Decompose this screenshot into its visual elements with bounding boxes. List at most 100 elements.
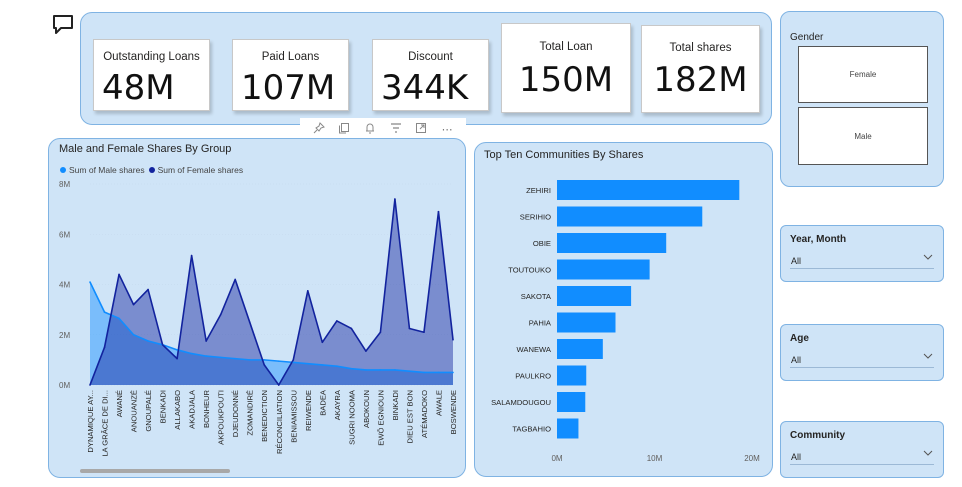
slicer-underline (790, 268, 934, 269)
y-tick-label: 4M (59, 281, 70, 290)
bar (557, 339, 603, 359)
more-options-icon[interactable]: ⋯ (438, 123, 456, 136)
x-tick-label: GNOUPALÉ (144, 390, 153, 432)
chevron-down-icon[interactable] (923, 351, 933, 363)
y-category-label: SALAMDOUGOU (491, 398, 551, 407)
copy-icon[interactable] (335, 122, 353, 137)
x-tick-label: DYNAMIQUE AY... (86, 390, 95, 453)
slicer-title: Gender (790, 32, 824, 43)
y-category-label: SERIHIO (520, 213, 551, 222)
pin-icon[interactable] (310, 121, 328, 137)
slicer-underline (790, 464, 934, 465)
female-shares-point (248, 321, 251, 323)
y-tick-label: 2M (59, 331, 70, 340)
female-shares-point (263, 364, 266, 366)
bar (557, 180, 740, 200)
bar-chart-title: Top Ten Communities By Shares (484, 149, 644, 161)
female-shares-point (147, 288, 149, 291)
gender-option-female[interactable]: Female (798, 46, 928, 103)
x-tick-label: BENIAMISSOU (289, 390, 298, 443)
legend: Sum of Male shares Sum of Female shares (60, 165, 243, 175)
x-tick-label: BENKADI (159, 390, 168, 423)
female-shares-point (176, 357, 178, 360)
male-shares-point (132, 333, 135, 336)
male-shares-point (423, 371, 425, 374)
y-category-label: ZEHIRI (526, 186, 551, 195)
visual-toolbar: ⋯ (300, 118, 466, 140)
male-shares-point (452, 371, 454, 374)
female-shares-point (277, 384, 280, 386)
slicer-title: Community (790, 430, 845, 441)
kpi-value: 150M (518, 60, 614, 100)
male-shares-point (147, 340, 149, 342)
female-shares-point (321, 341, 324, 344)
female-shares-point (103, 346, 106, 349)
x-tick-label: SUGRI NOOMA (347, 389, 356, 445)
gender-option-male[interactable]: Male (798, 107, 928, 165)
female-shares-point (336, 320, 338, 322)
male-shares-point (379, 369, 382, 371)
female-shares-point (161, 344, 164, 346)
x-tick-label: RÉCONCILIATION (275, 390, 284, 454)
x-tick-label: 10M (647, 454, 663, 463)
female-shares-point (190, 254, 193, 257)
x-tick-label: ANOUANZÉ (130, 390, 139, 432)
male-shares-point (118, 317, 120, 320)
kpi-label: Total shares (669, 42, 732, 54)
female-shares-point (437, 210, 440, 213)
kpi-card-paid-loans[interactable]: Paid Loans 107M (232, 39, 349, 111)
kpi-label: Discount (408, 51, 453, 63)
bar (557, 365, 587, 386)
slicer-value: All (791, 355, 802, 365)
male-shares-point (336, 365, 338, 367)
x-tick-label: DJEUDONNÉ (231, 390, 240, 437)
year-month-slicer[interactable]: Year, Month All (780, 225, 944, 282)
slicer-value: All (791, 256, 802, 266)
y-tick-label: 6M (59, 230, 70, 239)
focus-mode-icon[interactable] (412, 122, 430, 137)
kpi-card-discount[interactable]: Discount 344K (372, 39, 489, 111)
community-slicer[interactable]: Community All (780, 421, 944, 478)
legend-male-marker (60, 167, 66, 173)
kpi-card-outstanding-loans[interactable]: Outstanding Loans 48M (93, 39, 210, 111)
x-tick-label: BOSWENDE (449, 390, 458, 434)
legend-female-label[interactable]: Sum of Female shares (158, 165, 244, 175)
x-tick-label: BADEA (318, 389, 327, 416)
x-tick-label: AKPOUKPOUTI (217, 390, 226, 445)
y-category-label: SAKOTA (521, 292, 552, 301)
male-shares-point (292, 361, 295, 364)
area-chart[interactable]: 0M 2M 4M 6M 8M DYNAMIQUE AY... LA GRÂCE DE DI.… (48, 176, 466, 478)
bell-icon[interactable] (361, 122, 379, 137)
female-shares-point (394, 198, 396, 200)
kpi-value: 107M (241, 68, 336, 108)
male-shares-point (277, 360, 280, 362)
comment-icon[interactable] (52, 14, 76, 36)
y-category-label: PAULKRO (515, 372, 551, 381)
age-slicer[interactable]: Age All (780, 324, 944, 381)
x-tick-label: BENEDICTION (260, 390, 269, 442)
x-tick-label: ABOKOUN (362, 390, 371, 428)
kpi-card-total-loan[interactable]: Total Loan 150M (501, 23, 631, 113)
bar-chart[interactable]: ZEHIRI SERIHIO OBIE TOUTOUKO SAKOTA PAHIA WANE… (474, 170, 773, 470)
chevron-down-icon[interactable] (923, 448, 933, 460)
legend-male-label[interactable]: Sum of Male shares (69, 165, 145, 175)
female-shares-point (292, 359, 295, 361)
kpi-card-total-shares[interactable]: Total shares 182M (641, 25, 760, 113)
male-shares-point (219, 356, 222, 359)
x-tick-label: ATÉMADOKO (420, 390, 429, 438)
male-shares-point (307, 362, 309, 365)
filter-icon[interactable] (387, 122, 405, 137)
chevron-down-icon[interactable] (923, 252, 933, 264)
kpi-value: 182M (653, 60, 748, 100)
female-shares-point (219, 313, 222, 316)
kpi-label: Paid Loans (261, 51, 320, 63)
x-tick-label: ZOMANDIRÉ (246, 390, 255, 436)
x-tick-label: AKAYRA (333, 389, 342, 420)
horizontal-scrollbar[interactable] (80, 469, 230, 473)
female-shares-point (350, 327, 353, 330)
y-tick-label: 0M (59, 381, 70, 390)
x-tick-label: ALLAKABO (173, 390, 182, 430)
male-shares-point (190, 352, 193, 355)
male-shares-point (205, 355, 207, 357)
slicer-title: Year, Month (790, 234, 847, 245)
